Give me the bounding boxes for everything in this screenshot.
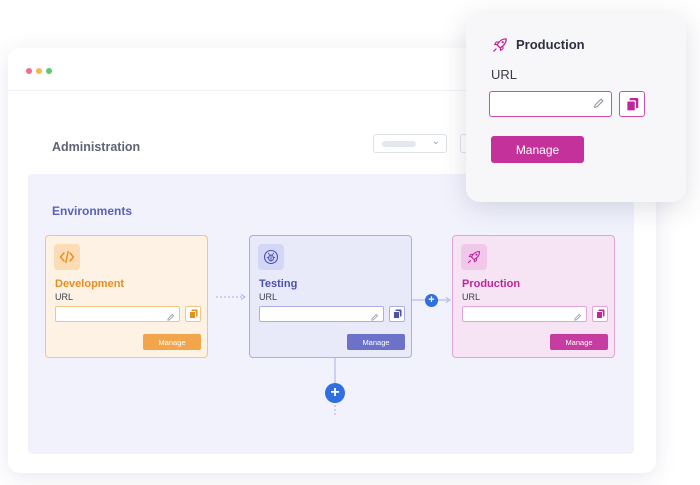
close-dot[interactable]: [26, 68, 32, 74]
add-environment-button[interactable]: +: [425, 294, 438, 307]
copy-icon: [188, 309, 197, 319]
environments-canvas: Environments Development URL Manage Test…: [28, 174, 634, 454]
rocket-icon: [461, 244, 487, 270]
manage-button[interactable]: Manage: [550, 334, 608, 350]
environment-card-testing: Testing URL Manage: [249, 235, 412, 358]
filter-select[interactable]: ⌄: [373, 134, 447, 153]
url-label: URL: [259, 292, 278, 302]
manage-button[interactable]: Manage: [347, 334, 405, 350]
copy-icon: [392, 309, 401, 319]
bug-icon: [258, 244, 284, 270]
flow-arrow-dev-to-test: [216, 294, 246, 300]
select-value-placeholder: [382, 141, 416, 147]
pencil-icon[interactable]: [370, 309, 379, 327]
pencil-icon[interactable]: [573, 309, 582, 327]
minimize-dot[interactable]: [36, 68, 42, 74]
url-input[interactable]: [55, 306, 180, 322]
copy-button[interactable]: [389, 306, 405, 322]
add-stage-button[interactable]: +: [325, 383, 345, 403]
code-icon: [54, 244, 80, 270]
rocket-icon: [491, 36, 509, 59]
url-label: URL: [491, 67, 518, 82]
url-label: URL: [462, 292, 481, 302]
environment-name: Development: [55, 278, 125, 290]
maximize-dot[interactable]: [46, 68, 52, 74]
section-title: Environments: [52, 204, 133, 218]
copy-button[interactable]: [185, 306, 201, 322]
url-input[interactable]: [259, 306, 384, 322]
chevron-down-icon: ⌄: [431, 136, 440, 147]
production-popup-card: Production URL Manage: [466, 14, 686, 202]
copy-icon: [625, 97, 638, 112]
url-input[interactable]: [489, 91, 612, 117]
url-label: URL: [55, 292, 74, 302]
copy-icon: [595, 309, 604, 319]
pencil-icon[interactable]: [166, 309, 175, 327]
environment-name: Production: [462, 278, 521, 290]
popup-title: Production: [516, 37, 585, 52]
copy-button[interactable]: [619, 91, 645, 117]
environment-card-development: Development URL Manage: [45, 235, 208, 358]
pencil-icon[interactable]: [592, 97, 605, 115]
copy-button[interactable]: [592, 306, 608, 322]
window-controls: [26, 68, 52, 74]
environment-name: Testing: [259, 278, 298, 290]
environment-card-production: Production URL Manage: [452, 235, 615, 358]
manage-button[interactable]: Manage: [143, 334, 201, 350]
url-input[interactable]: [462, 306, 587, 322]
page-title: Administration: [52, 140, 141, 154]
manage-button[interactable]: Manage: [491, 136, 584, 163]
